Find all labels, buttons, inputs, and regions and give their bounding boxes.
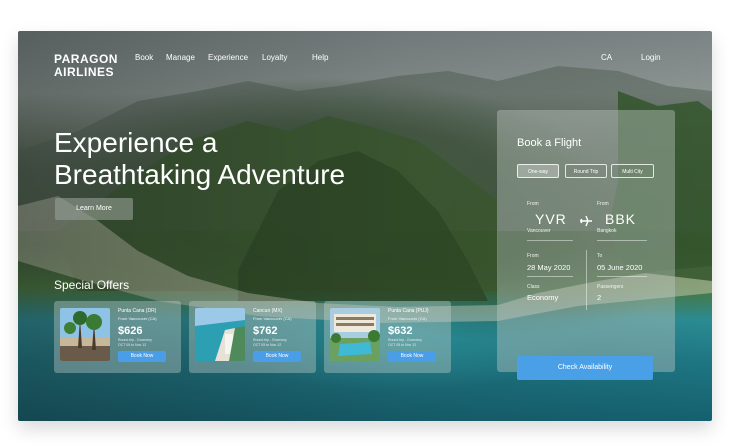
special-offers-title: Special Offers — [54, 278, 130, 292]
offer-card-punta-cana-puj[interactable]: Punta Cana (PUJ) From Vancouver (CA) $63… — [324, 301, 451, 373]
return-date-label: To — [597, 253, 603, 259]
offer-origin: From Vancouver (CA) — [388, 316, 427, 321]
nav-item-help[interactable]: Help — [312, 53, 328, 62]
offer-origin: From Vancouver (CA) — [118, 316, 157, 321]
trip-type-round-trip[interactable]: Round Trip — [565, 164, 607, 178]
coastline-image — [195, 308, 245, 361]
offer-card-cancun[interactable]: Cancun (MX) From Vancouver (CA) $762 Rou… — [189, 301, 316, 373]
class-select[interactable]: Economy — [527, 293, 558, 302]
offer-destination: Punta Cana (PUJ) — [388, 308, 429, 314]
hero-title-line-1: Experience a — [54, 127, 218, 158]
offer-price: $632 — [388, 325, 413, 337]
offer-price: $626 — [118, 325, 143, 337]
book-now-button[interactable]: Book Now — [118, 351, 166, 362]
passengers-select[interactable]: 2 — [597, 293, 601, 302]
offer-destination: Cancun (MX) — [253, 308, 283, 314]
offer-destination: Punta Cana (DR) — [118, 308, 157, 314]
return-date-field[interactable]: 05 June 2020 — [597, 263, 642, 272]
offer-price: $762 — [253, 325, 278, 337]
divider — [586, 250, 587, 310]
booking-panel: Book a Flight One-way Round Trip Multi C… — [497, 110, 675, 380]
offer-note: Round trip - Economy — [388, 338, 422, 342]
hero-title-line-2: Breathtaking Adventure — [54, 159, 346, 190]
hero-title: Experience a Breathtaking Adventure — [54, 127, 394, 191]
nav-item-experience[interactable]: Experience — [208, 53, 248, 62]
offer-dates: OCT 05 to Nov 12 — [388, 343, 417, 347]
destination-label: From — [597, 201, 609, 207]
offer-origin: From Vancouver (CA) — [253, 316, 292, 321]
login-link[interactable]: Login — [641, 53, 661, 62]
destination-code[interactable]: BBK — [605, 211, 636, 227]
hero-banner: PARAGON AIRLINES Book Manage Experience … — [18, 31, 712, 421]
offer-note: Round trip - Economy — [118, 338, 152, 342]
offer-dates: OCT 05 to Nov 12 — [253, 343, 282, 347]
check-availability-button[interactable]: Check Availability — [517, 356, 653, 380]
origin-label: From — [527, 201, 539, 207]
country-selector[interactable]: CA — [601, 53, 612, 62]
divider — [597, 240, 647, 241]
book-now-button[interactable]: Book Now — [388, 351, 436, 362]
airplane-icon[interactable] — [579, 214, 593, 232]
divider — [527, 276, 573, 277]
offer-note: Round trip - Economy — [253, 338, 287, 342]
nav-item-book[interactable]: Book — [135, 53, 153, 62]
booking-title: Book a Flight — [517, 137, 582, 149]
brand-logo[interactable]: PARAGON AIRLINES — [54, 53, 118, 79]
depart-date-field[interactable]: 28 May 2020 — [527, 263, 570, 272]
divider — [527, 240, 573, 241]
destination-city: Bangkok — [597, 228, 617, 234]
nav-item-loyalty[interactable]: Loyalty — [262, 53, 287, 62]
divider — [597, 276, 647, 277]
resort-pool-image — [330, 308, 380, 361]
offer-dates: OCT 05 to Nov 12 — [118, 343, 147, 347]
offer-card-punta-cana-dr[interactable]: Punta Cana (DR) From Vancouver (CA) $626… — [54, 301, 181, 373]
brand-line-2: AIRLINES — [54, 65, 115, 79]
palm-beach-image — [60, 308, 110, 361]
nav-item-manage[interactable]: Manage — [166, 53, 195, 62]
class-label: Class — [527, 284, 540, 290]
origin-city: Vancouver — [527, 228, 551, 234]
origin-code[interactable]: YVR — [535, 211, 567, 227]
passengers-label: Passengers — [597, 284, 624, 290]
learn-more-button[interactable]: Learn More — [55, 198, 133, 220]
depart-date-label: From — [527, 253, 539, 259]
trip-type-one-way[interactable]: One-way — [517, 164, 559, 178]
trip-type-multi-city[interactable]: Multi City — [611, 164, 654, 178]
book-now-button[interactable]: Book Now — [253, 351, 301, 362]
